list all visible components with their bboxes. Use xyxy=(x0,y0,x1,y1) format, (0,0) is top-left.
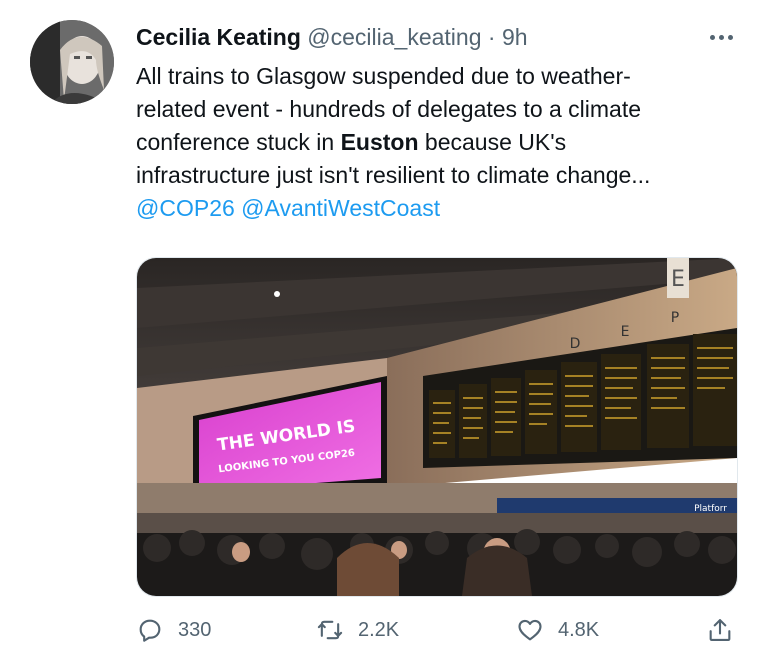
author-name[interactable]: Cecilia Keating xyxy=(136,24,301,50)
timestamp[interactable]: 9h xyxy=(502,24,528,50)
mention-link-avanti[interactable]: @AvantiWestCoast xyxy=(241,195,440,221)
reply-icon xyxy=(139,619,161,642)
like-icon xyxy=(518,619,542,641)
tweet-text: All trains to Glasgow suspended due to w… xyxy=(136,60,746,225)
avatar-photo xyxy=(30,20,114,104)
retweet-button[interactable]: 2.2K xyxy=(316,612,399,648)
author-handle[interactable]: @cecilia_keating xyxy=(307,24,481,50)
tweet-line: @COP26 @AvantiWestCoast xyxy=(136,192,746,225)
tweet-line: conference stuck in Euston because UK's xyxy=(136,126,746,159)
station-letter: E xyxy=(621,324,630,340)
station-photo: E D E P THE WORLD IS LOOKING TO YOU COP2… xyxy=(137,258,737,596)
retweet-icon xyxy=(317,620,343,640)
tweet-line: infrastructure just isn't resilient to c… xyxy=(136,162,651,188)
tweet-actions: 330 2.2K 4.8K xyxy=(136,612,748,648)
share-button[interactable] xyxy=(706,612,734,648)
reply-button[interactable]: 330 xyxy=(136,612,211,648)
share-icon xyxy=(709,619,731,641)
mention-link-cop26[interactable]: @COP26 xyxy=(136,195,235,221)
reply-count: 330 xyxy=(178,618,212,641)
more-icon[interactable] xyxy=(704,26,740,50)
tweet-header: Cecilia Keating @cecilia_keating · 9h xyxy=(136,22,528,52)
tweet-line: related event - hundreds of delegates to… xyxy=(136,96,642,122)
station-letter: E xyxy=(671,267,685,292)
tweet-text-segment: because UK's xyxy=(418,129,567,155)
station-letter: D xyxy=(570,336,581,352)
like-button[interactable]: 4.8K xyxy=(516,612,599,648)
retweet-count: 2.2K xyxy=(358,618,400,641)
separator-dot: · xyxy=(487,24,496,50)
like-count: 4.8K xyxy=(558,618,600,641)
bold-location: Euston xyxy=(340,129,419,155)
tweet-text-segment: conference stuck in xyxy=(136,129,341,155)
tweet-line: All trains to Glasgow suspended due to w… xyxy=(136,63,631,89)
platform-sign: Platforr xyxy=(694,504,727,514)
station-letter: P xyxy=(671,310,679,326)
tweet-photo[interactable]: E D E P THE WORLD IS LOOKING TO YOU COP2… xyxy=(136,257,738,597)
avatar[interactable] xyxy=(30,20,114,104)
